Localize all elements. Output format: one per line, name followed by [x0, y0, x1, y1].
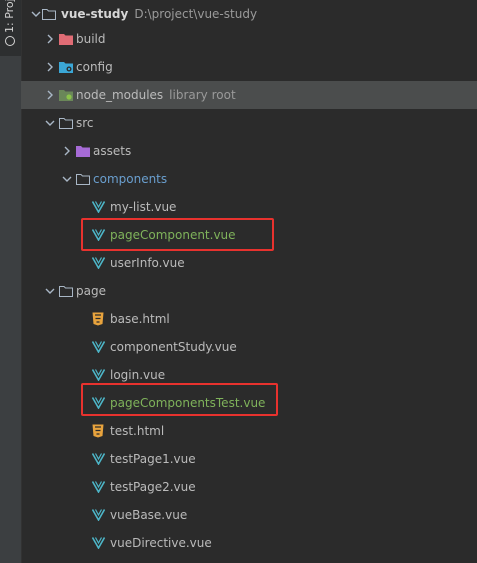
- folder-node-icon: [59, 89, 73, 101]
- tree-row-assets[interactable]: assets: [21, 137, 477, 165]
- folder-label-build: build: [76, 32, 106, 46]
- folder-label-components: components: [93, 172, 168, 186]
- project-tool-tab[interactable]: 1: Project: [0, 0, 21, 56]
- project-tree: vue-study D:\project\vue-study build conf…: [21, 0, 477, 563]
- vue-file-icon: [91, 257, 106, 270]
- folder-label-node-modules: node_modules library root: [76, 88, 236, 102]
- tree-row-file[interactable]: testPage1.vue: [21, 445, 477, 473]
- root-name: vue-study: [61, 7, 129, 21]
- chevron-right-icon[interactable]: [62, 146, 72, 156]
- html-file-icon: [92, 424, 105, 438]
- file-label: testPage2.vue: [110, 480, 196, 494]
- vue-file-icon: [91, 453, 106, 466]
- folder-label-src: src: [76, 116, 94, 130]
- vue-file-icon: [91, 201, 106, 214]
- file-label: login.vue: [110, 368, 166, 382]
- chevron-right-icon[interactable]: [45, 90, 55, 100]
- folder-label-config: config: [76, 60, 113, 74]
- tree-row-root[interactable]: vue-study D:\project\vue-study: [21, 0, 477, 28]
- folder-icon: [59, 117, 73, 129]
- tree-row-file[interactable]: componentStudy.vue: [21, 333, 477, 361]
- folder-icon: [59, 285, 73, 297]
- tree-row-file[interactable]: my-list.vue: [21, 193, 477, 221]
- chevron-down-icon[interactable]: [31, 9, 41, 19]
- folder-label-assets: assets: [93, 144, 132, 158]
- file-label: vueBase.vue: [110, 508, 188, 522]
- tree-row-build[interactable]: build: [21, 25, 477, 53]
- tree-row-file[interactable]: testPage2.vue: [21, 473, 477, 501]
- root-folder-label: vue-study D:\project\vue-study: [61, 7, 257, 21]
- file-label: my-list.vue: [110, 200, 177, 214]
- highlight-box-page-component: [81, 218, 274, 251]
- folder-label-page: page: [76, 284, 106, 298]
- file-label: vueDirective.vue: [110, 536, 212, 550]
- tree-row-file[interactable]: test.html: [21, 417, 477, 445]
- highlight-box-page-components-test: [81, 383, 278, 416]
- root-path: D:\project\vue-study: [134, 7, 258, 21]
- chevron-down-icon[interactable]: [45, 118, 55, 128]
- vue-file-icon: [91, 537, 106, 550]
- node-modules-name: node_modules: [76, 88, 164, 102]
- file-label: componentStudy.vue: [110, 340, 237, 354]
- tree-row-file[interactable]: base.html: [21, 305, 477, 333]
- tree-row-file[interactable]: vueDirective.vue: [21, 529, 477, 557]
- vue-file-icon: [91, 481, 106, 494]
- tree-row-file[interactable]: vueBase.vue: [21, 501, 477, 529]
- tree-row-file[interactable]: userInfo.vue: [21, 249, 477, 277]
- project-tab-label: 1: Project: [3, 0, 16, 33]
- tool-window-strip: 1: Project: [0, 0, 22, 563]
- tree-row-components[interactable]: components: [21, 165, 477, 193]
- vue-file-icon: [91, 509, 106, 522]
- vue-file-icon: [91, 341, 106, 354]
- folder-icon: [42, 8, 56, 20]
- chevron-right-icon[interactable]: [45, 34, 55, 44]
- folder-icon: [76, 173, 90, 185]
- tree-row-page[interactable]: page: [21, 277, 477, 305]
- vue-file-icon: [91, 369, 106, 382]
- tree-row-config[interactable]: config: [21, 53, 477, 81]
- folder-config-icon: [59, 61, 73, 73]
- library-root-hint: library root: [169, 88, 236, 102]
- folder-purple-icon: [76, 145, 90, 157]
- chevron-down-icon[interactable]: [45, 286, 55, 296]
- project-tab-icon: [4, 36, 15, 46]
- file-label: base.html: [110, 312, 170, 326]
- file-label: test.html: [110, 424, 165, 438]
- tree-row-node-modules[interactable]: node_modules library root: [21, 81, 477, 109]
- file-label: userInfo.vue: [110, 256, 185, 270]
- html-file-icon: [92, 312, 105, 326]
- file-label: testPage1.vue: [110, 452, 196, 466]
- folder-red-icon: [59, 33, 73, 45]
- chevron-down-icon[interactable]: [62, 174, 72, 184]
- chevron-right-icon[interactable]: [45, 62, 55, 72]
- tree-row-src[interactable]: src: [21, 109, 477, 137]
